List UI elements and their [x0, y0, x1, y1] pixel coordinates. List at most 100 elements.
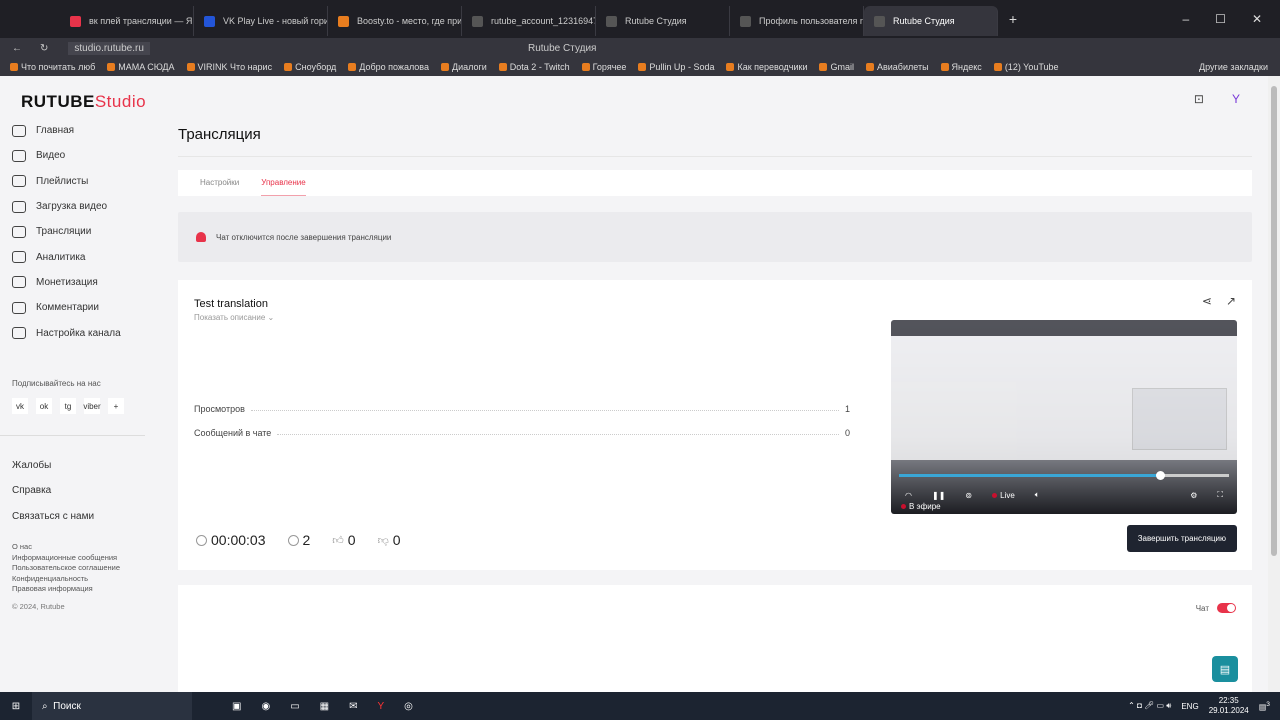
reload-icon[interactable]: ↻ — [40, 43, 48, 54]
sidebar-item[interactable]: Монетизация — [12, 270, 147, 295]
browser-tab[interactable]: rutube_account_12316947 — [462, 6, 596, 36]
footer-link[interactable]: Пользовательское соглашение — [12, 563, 120, 574]
social-vk-icon[interactable]: vk — [12, 398, 28, 414]
duration: 00:00:03 — [196, 532, 266, 548]
bookmark-item[interactable]: Что почитать люб — [10, 62, 95, 72]
other-bookmarks[interactable]: Другие закладки — [1199, 62, 1268, 72]
store-icon[interactable]: ▦ — [320, 701, 329, 712]
settings-icon[interactable]: ⚙ — [1190, 491, 1197, 500]
browser-tab[interactable]: VK Play Live - новый гори — [194, 6, 328, 36]
fullscreen-icon[interactable]: ⛶ — [1217, 490, 1223, 500]
bookmark-item[interactable]: Dota 2 - Twitch — [499, 62, 570, 72]
social-links: vk ok tg viber + — [12, 398, 124, 414]
likes-count: 👍︎ 0 — [332, 532, 356, 548]
sidebar-item[interactable]: Загрузка видео — [12, 194, 147, 219]
clock[interactable]: 22:35 29.01.2024 — [1209, 696, 1249, 716]
scrollbar[interactable] — [1268, 76, 1280, 692]
footer-link[interactable]: Правовая информация — [12, 584, 120, 595]
tray-icons[interactable]: ⌃ ◘ 🎤︎ ▭ 🔊︎ — [1128, 701, 1171, 711]
url-field[interactable]: studio.rutube.ru — [68, 41, 150, 55]
footer-link[interactable]: Информационные сообщения — [12, 553, 120, 564]
viewer-icon — [287, 534, 299, 546]
bookmark-item[interactable]: Добро пожалова — [348, 62, 429, 72]
minimize-icon[interactable]: – — [1182, 12, 1189, 26]
language[interactable]: ENG — [1181, 702, 1198, 711]
bookmark-item[interactable]: (12) YouTube — [994, 62, 1059, 72]
bookmark-item[interactable]: Яндекс — [941, 62, 982, 72]
support-chat-button[interactable]: ▤ — [1212, 656, 1238, 682]
sidebar-item[interactable]: Трансляции — [12, 219, 147, 244]
windows-start-icon[interactable]: ⊞ — [0, 701, 32, 712]
subscribe-label: Подписывайтесь на нас — [12, 379, 101, 388]
speed-icon[interactable]: ◠ — [905, 491, 912, 500]
stream-title: Test translation — [194, 298, 268, 310]
bookmark-item[interactable]: Как переводчики — [726, 62, 807, 72]
social-tg-icon[interactable]: tg — [60, 398, 76, 414]
sidebar-item[interactable]: Аналитика — [12, 244, 147, 269]
bookmark-item[interactable]: Gmail — [819, 62, 854, 72]
external-link-icon[interactable]: ↗ — [1226, 294, 1236, 308]
sidebar-item[interactable]: Комментарии — [12, 295, 147, 320]
share-icon[interactable]: ⋖ — [1202, 294, 1212, 308]
bookmark-item[interactable]: Горячее — [582, 62, 627, 72]
live-indicator[interactable]: Live — [992, 491, 1015, 500]
browser-tab[interactable]: Rutube Студия — [596, 6, 730, 36]
footer-link[interactable]: О нас — [12, 542, 120, 553]
rewind-icon[interactable]: ⊚ — [965, 491, 972, 500]
browser-tab[interactable]: Профиль пользователя ru — [730, 6, 864, 36]
studio-app: RUTUBEStudio Главная Видео Плейлисты Загруз… — [0, 76, 1268, 695]
video-player[interactable]: ◠ ❚❚ ⊚ Live 🔈︎ ⚙ ⛶ В эфире — [891, 320, 1237, 514]
sidebar-item[interactable]: Видео — [12, 143, 147, 168]
taskbar-search[interactable]: ⌕ Поиск — [32, 692, 192, 720]
chat-toggle[interactable] — [1217, 603, 1236, 613]
bookmark-item[interactable]: MAMA СЮДА — [107, 62, 174, 72]
footer-link[interactable]: Конфиденциальность — [12, 574, 120, 585]
sidebar-item[interactable]: Плейлисты — [12, 169, 147, 194]
end-stream-button[interactable]: Завершить трансляцию — [1126, 525, 1237, 552]
bookmark-item[interactable]: VIRINK Что нарис — [187, 62, 273, 72]
task-view-icon[interactable]: ▣ — [232, 701, 241, 712]
edge-icon[interactable]: ◉ — [261, 701, 270, 712]
maximize-icon[interactable]: ☐ — [1215, 12, 1226, 26]
volume-icon[interactable]: 🔈︎ — [1035, 490, 1040, 500]
sidebar-item[interactable]: Справка — [12, 478, 94, 503]
footer-links: О нас Информационные сообщения Пользовател… — [12, 542, 120, 595]
sidebar-item[interactable]: Жалобы — [12, 453, 94, 478]
notifications-icon[interactable]: ▤3 — [1259, 701, 1270, 712]
app-icon[interactable]: ◎ — [404, 701, 413, 712]
sidebar-item[interactable]: Главная — [12, 118, 147, 143]
social-+-icon[interactable]: + — [108, 398, 124, 414]
browser-tab[interactable]: Rutube Студия — [864, 6, 998, 36]
avatar[interactable]: Y — [1232, 92, 1240, 106]
upload-icon[interactable]: ⊡ — [1194, 92, 1204, 106]
yandex-browser-icon[interactable]: Y — [377, 701, 384, 712]
nav-icon — [12, 175, 26, 188]
tab-management[interactable]: Управление — [261, 170, 306, 196]
bookmark-item[interactable]: Pullin Up - Soda — [638, 62, 714, 72]
thumbs-down-icon: 👎︎ — [377, 534, 389, 547]
browser-tab[interactable]: Boosty.to - место, где при — [328, 6, 462, 36]
browser-tab[interactable]: вк плей трансляции — Ян — [60, 6, 194, 36]
favicon-icon — [874, 15, 885, 27]
close-icon[interactable]: ✕ — [1252, 12, 1262, 26]
dislikes-count: 👎︎ 0 — [377, 532, 401, 548]
back-icon[interactable]: ← — [12, 43, 22, 54]
bookmark-item[interactable]: Сноуборд — [284, 62, 336, 72]
explorer-icon[interactable]: ▭ — [290, 701, 299, 712]
bookmark-item[interactable]: Диалоги — [441, 62, 487, 72]
social-viber-icon[interactable]: viber — [83, 398, 101, 414]
tab-settings[interactable]: Настройки — [200, 170, 239, 196]
social-ok-icon[interactable]: ok — [36, 398, 52, 414]
sidebar-item[interactable]: Связаться с нами — [12, 504, 94, 529]
mail-icon[interactable]: ✉ — [349, 701, 357, 712]
new-tab-button[interactable]: + — [998, 11, 1028, 27]
show-description-link[interactable]: Показать описание ⌄ — [194, 313, 274, 322]
pause-icon[interactable]: ❚❚ — [932, 491, 945, 500]
favicon-icon — [70, 15, 81, 27]
progress-bar[interactable] — [899, 471, 1229, 480]
logo[interactable]: RUTUBEStudio — [21, 92, 146, 112]
bookmark-item[interactable]: Авиабилеты — [866, 62, 929, 72]
divider — [178, 156, 1252, 157]
sidebar-item[interactable]: Настройка канала — [12, 320, 147, 345]
stream-preview — [891, 320, 1237, 460]
